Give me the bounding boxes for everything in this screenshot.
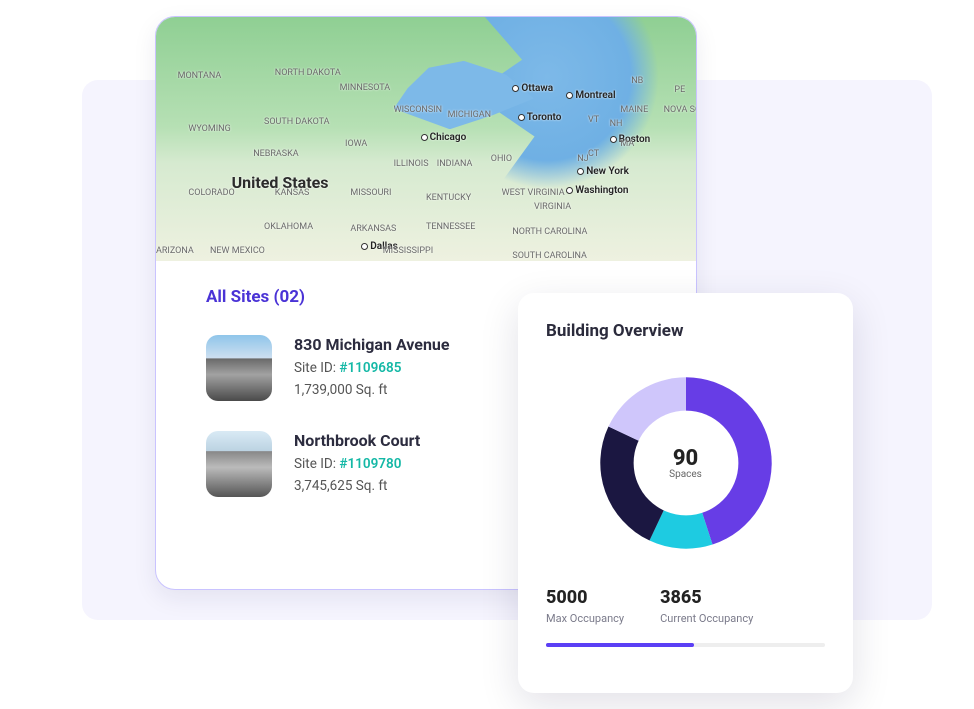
map-label: New York (577, 166, 629, 177)
map-label: VIRGINIA (534, 202, 571, 212)
map-label: PE (674, 85, 685, 95)
map-label: ILLINOIS (394, 159, 429, 169)
map-region[interactable]: United StatesOttawaMontrealTorontoChicag… (156, 17, 696, 261)
overview-title: Building Overview (546, 321, 825, 341)
site-id-value: #1109780 (339, 456, 401, 472)
current-occupancy-label: Current Occupancy (660, 612, 753, 625)
map-label: NEW MEXICO (210, 246, 265, 256)
map-label: MISSISSIPPI (383, 246, 433, 256)
map-label: MAINE (620, 105, 648, 115)
map-label: INDIANA (437, 159, 473, 169)
map-label: NOVA SCOT (664, 105, 697, 115)
site-area: 1,739,000 Sq. ft (294, 382, 450, 398)
map-label: Montreal (566, 90, 615, 101)
donut-center-label: Spaces (669, 469, 702, 480)
map-label: NORTH DAKOTA (275, 68, 341, 78)
site-id-label: Site ID: (294, 360, 336, 376)
map-label: WYOMING (188, 124, 230, 134)
map-label: NH (610, 119, 623, 129)
map-label: Toronto (518, 112, 562, 123)
map-label: NEBRASKA (253, 149, 298, 159)
map-label: SOUTH CAROLINA (512, 251, 587, 261)
map-label: WISCONSIN (394, 105, 442, 115)
map-label: Ottawa (512, 83, 553, 94)
map-label: Washington (566, 185, 628, 196)
site-area: 3,745,625 Sq. ft (294, 478, 420, 494)
map-label: TENNESSEE (426, 222, 475, 232)
map-label: OKLAHOMA (264, 222, 313, 232)
map-label: ARKANSAS (350, 224, 396, 234)
site-id-line: Site ID: #1109780 (294, 456, 420, 472)
map-label: MISSOURI (350, 188, 391, 198)
max-occupancy-label: Max Occupancy (546, 612, 624, 625)
map-label: MA (620, 139, 634, 149)
current-occupancy-value: 3865 (660, 587, 753, 608)
map-label: MINNESOTA (340, 83, 391, 93)
map-label: IOWA (345, 139, 367, 149)
map-label: KENTUCKY (426, 193, 471, 203)
max-occupancy-value: 5000 (546, 587, 624, 608)
site-thumbnail (206, 335, 272, 401)
map-label: WEST VIRGINIA (502, 188, 565, 198)
map-label: OHIO (491, 154, 512, 164)
map-label: SOUTH DAKOTA (264, 117, 330, 127)
donut-chart: 90 Spaces (586, 363, 786, 563)
map-label: KANSAS (275, 188, 310, 198)
map-label: COLORADO (188, 188, 234, 198)
map-label: NB (631, 76, 643, 86)
map-label: NJ (577, 154, 588, 164)
map-label: MONTANA (178, 71, 222, 81)
site-name: 830 Michigan Avenue (294, 335, 450, 354)
map-label: CT (588, 149, 599, 159)
site-id-line: Site ID: #1109685 (294, 360, 450, 376)
site-id-label: Site ID: (294, 456, 336, 472)
site-id-value: #1109685 (339, 360, 401, 376)
occupancy-progress-fill (546, 643, 694, 647)
site-thumbnail (206, 431, 272, 497)
occupancy-progress-track (546, 643, 825, 647)
map-label: VT (588, 115, 599, 125)
donut-center-value: 90 (673, 446, 698, 471)
site-name: Northbrook Court (294, 431, 420, 450)
map-label: MICHIGAN (448, 110, 491, 120)
map-label: ARIZONA (156, 246, 194, 256)
building-overview-card: Building Overview 90 Spaces 5000 Max Occ… (518, 293, 853, 693)
map-label: Chicago (421, 132, 467, 143)
map-label: NORTH CAROLINA (512, 227, 587, 237)
